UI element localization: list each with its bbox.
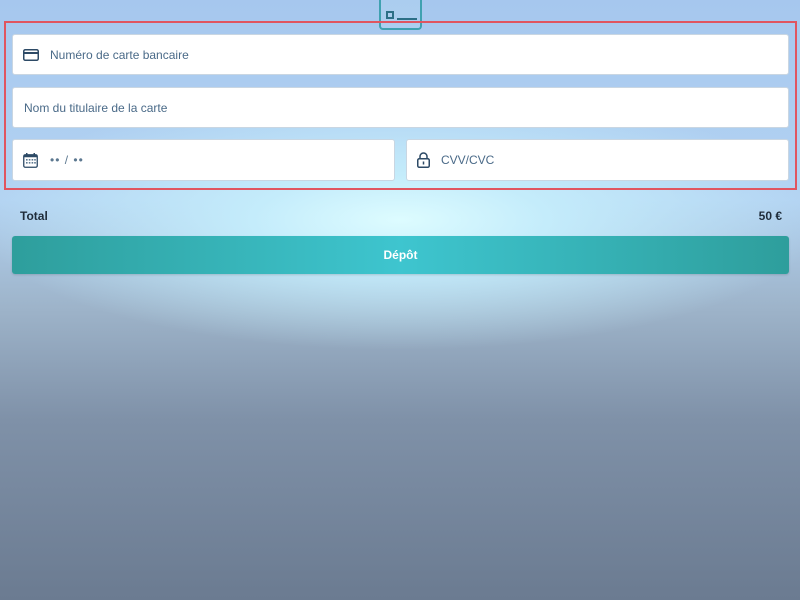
card-holder-placeholder: Nom du titulaire de la carte xyxy=(24,100,168,115)
deposit-button[interactable]: Dépôt xyxy=(12,236,789,274)
cvv-field[interactable]: CVV/CVC xyxy=(406,139,789,181)
card-number-field[interactable]: Numéro de carte bancaire xyxy=(12,34,789,75)
credit-card-icon xyxy=(23,48,39,61)
lock-icon xyxy=(417,152,430,168)
total-row: Total 50 € xyxy=(20,209,782,223)
card-chip xyxy=(386,11,394,19)
cvv-placeholder: CVV/CVC xyxy=(441,153,495,167)
card-holder-field[interactable]: Nom du titulaire de la carte xyxy=(12,87,789,128)
total-label: Total xyxy=(20,209,48,223)
card-stripe xyxy=(397,18,417,20)
calendar-icon xyxy=(23,152,38,168)
expiry-date-field[interactable]: •• / •• xyxy=(12,139,395,181)
expiry-placeholder: •• / •• xyxy=(50,153,84,167)
total-value: 50 € xyxy=(758,209,782,223)
card-number-placeholder: Numéro de carte bancaire xyxy=(50,47,189,62)
